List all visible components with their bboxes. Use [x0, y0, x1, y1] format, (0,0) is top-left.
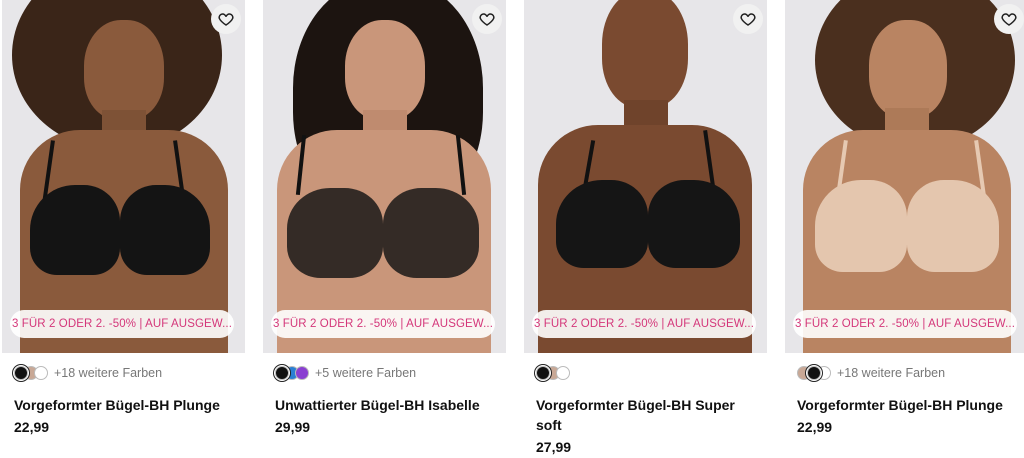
color-swatches: +5 weitere Farben	[275, 365, 416, 381]
wishlist-button[interactable]	[994, 4, 1024, 34]
product-card[interactable]: 3 FÜR 2 ODER 2. -50% | AUF AUSGEW... +5 …	[263, 0, 506, 458]
product-card[interactable]: 3 FÜR 2 ODER 2. -50% | AUF AUSGEW... +18…	[2, 0, 245, 458]
product-price: 22,99	[797, 419, 833, 435]
product-card[interactable]: 3 FÜR 2 ODER 2. -50% | AUF AUSGEW... Vor…	[524, 0, 767, 458]
promo-badge: 3 FÜR 2 ODER 2. -50% | AUF AUSGEW...	[10, 310, 234, 338]
color-swatches: +18 weitere Farben	[14, 365, 162, 381]
color-swatch[interactable]	[14, 366, 28, 380]
color-swatch[interactable]	[536, 366, 550, 380]
product-title[interactable]: Vorgeformter Bügel-BH Plunge	[14, 395, 239, 415]
product-price: 27,99	[536, 439, 572, 455]
more-colors-link[interactable]: +18 weitere Farben	[54, 366, 162, 380]
more-colors-link[interactable]: +5 weitere Farben	[315, 366, 416, 380]
promo-badge: 3 FÜR 2 ODER 2. -50% | AUF AUSGEW...	[793, 310, 1017, 338]
wishlist-button[interactable]	[211, 4, 241, 34]
promo-badge: 3 FÜR 2 ODER 2. -50% | AUF AUSGEW...	[271, 310, 495, 338]
heart-icon	[479, 13, 495, 26]
product-title[interactable]: Vorgeformter Bügel-BH Super soft	[536, 395, 761, 435]
product-card[interactable]: 3 FÜR 2 ODER 2. -50% | AUF AUSGEW... +18…	[785, 0, 1024, 458]
product-title[interactable]: Vorgeformter Bügel-BH Plunge	[797, 395, 1022, 415]
color-swatches	[536, 365, 576, 381]
wishlist-button[interactable]	[733, 4, 763, 34]
heart-icon	[218, 13, 234, 26]
product-price: 22,99	[14, 419, 50, 435]
promo-badge: 3 FÜR 2 ODER 2. -50% | AUF AUSGEW...	[532, 310, 756, 338]
heart-icon	[740, 13, 756, 26]
color-swatch[interactable]	[275, 366, 289, 380]
heart-icon	[1001, 13, 1017, 26]
product-image[interactable]	[524, 0, 767, 353]
product-grid: 3 FÜR 2 ODER 2. -50% | AUF AUSGEW... +18…	[0, 0, 1024, 458]
product-image[interactable]	[2, 0, 245, 353]
product-image[interactable]	[785, 0, 1024, 353]
color-swatches: +18 weitere Farben	[797, 365, 945, 381]
color-swatch[interactable]	[807, 366, 821, 380]
color-swatch[interactable]	[556, 366, 570, 380]
color-swatch[interactable]	[295, 366, 309, 380]
product-image[interactable]	[263, 0, 506, 353]
color-swatch[interactable]	[34, 366, 48, 380]
product-title[interactable]: Unwattierter Bügel-BH Isabelle	[275, 395, 500, 415]
product-price: 29,99	[275, 419, 311, 435]
more-colors-link[interactable]: +18 weitere Farben	[837, 366, 945, 380]
wishlist-button[interactable]	[472, 4, 502, 34]
